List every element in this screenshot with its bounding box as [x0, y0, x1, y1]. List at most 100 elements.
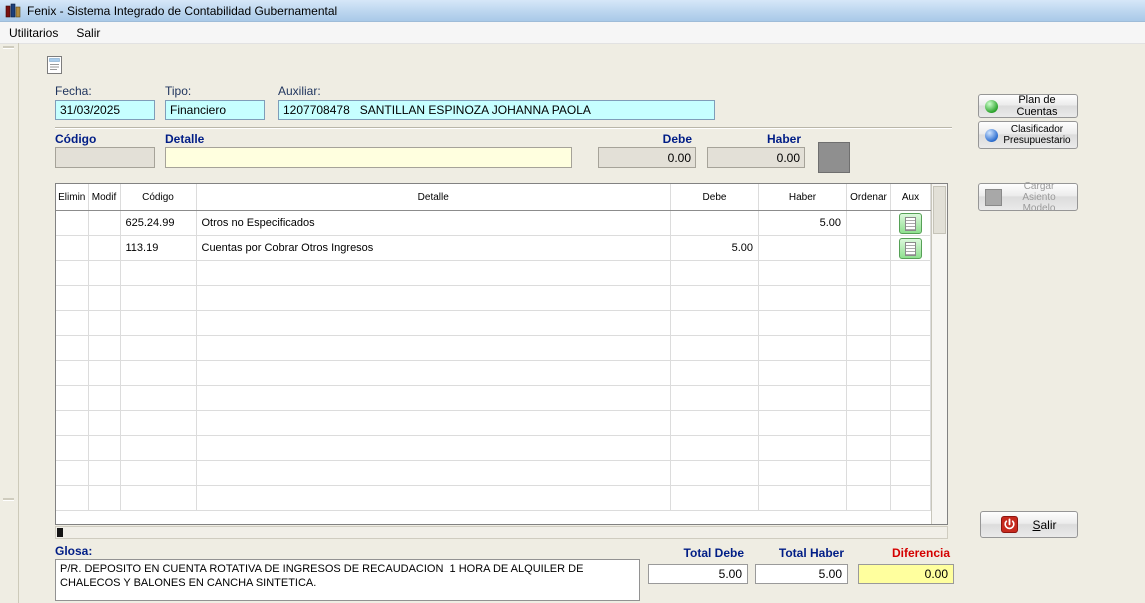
- cell-codigo: [120, 336, 196, 361]
- aux-note-icon[interactable]: [899, 238, 922, 259]
- cell-ordenar: [847, 311, 891, 336]
- cell-codigo: [120, 486, 196, 511]
- cell-aux: [891, 311, 931, 336]
- cell-elimin: [56, 486, 88, 511]
- cell-elimin: [56, 386, 88, 411]
- cell-ordenar: [847, 286, 891, 311]
- cell-haber: [759, 236, 847, 261]
- horizontal-scroll-thumb[interactable]: [57, 528, 63, 537]
- cell-haber: [759, 261, 847, 286]
- cargar-asiento-label: Cargar AsientoModelo: [1007, 181, 1071, 214]
- cell-modif: [88, 261, 120, 286]
- cell-detalle: Cuentas por Cobrar Otros Ingresos: [196, 236, 671, 261]
- table-row[interactable]: 113.19Cuentas por Cobrar Otros Ingresos5…: [56, 236, 931, 261]
- cell-ordenar: [847, 386, 891, 411]
- menu-bar: Utilitarios Salir: [0, 22, 1145, 44]
- menu-salir[interactable]: Salir: [67, 24, 109, 42]
- cell-debe: [671, 411, 759, 436]
- glosa-textarea[interactable]: P/R. DEPOSITO EN CUENTA ROTATIVA DE INGR…: [55, 559, 640, 601]
- table-row[interactable]: 625.24.99Otros no Especificados5.00: [56, 211, 931, 236]
- total-haber-value: 5.00: [755, 564, 848, 584]
- form-separator: [55, 127, 952, 129]
- salir-label: Salir: [1032, 518, 1056, 532]
- clasificador-presupuestario-button[interactable]: ClasificadorPresupuestario: [978, 121, 1078, 149]
- fecha-label: Fecha:: [55, 84, 92, 98]
- cell-codigo: [120, 286, 196, 311]
- fecha-input[interactable]: [55, 100, 155, 120]
- tipo-label: Tipo:: [165, 84, 191, 98]
- cell-modif: [88, 236, 120, 261]
- cell-codigo: 625.24.99: [120, 211, 196, 236]
- debe-entry-input[interactable]: [598, 147, 696, 168]
- codigo-entry-input[interactable]: [55, 147, 155, 168]
- app-icon: [5, 3, 21, 19]
- cell-detalle: [196, 436, 671, 461]
- detalle-label: Detalle: [165, 132, 204, 146]
- cell-detalle: [196, 486, 671, 511]
- vertical-scroll-thumb[interactable]: [933, 186, 946, 234]
- cell-haber: [759, 311, 847, 336]
- cell-haber: [759, 461, 847, 486]
- cell-modif: [88, 361, 120, 386]
- table-row-empty[interactable]: [56, 286, 931, 311]
- cell-detalle: [196, 311, 671, 336]
- col-header-ordenar: Ordenar: [847, 184, 891, 211]
- cargar-asiento-modelo-button[interactable]: Cargar AsientoModelo: [978, 183, 1078, 211]
- cell-codigo: [120, 311, 196, 336]
- tipo-input[interactable]: [165, 100, 265, 120]
- cell-codigo: [120, 361, 196, 386]
- cell-detalle: [196, 286, 671, 311]
- salir-button[interactable]: Salir: [980, 511, 1078, 538]
- power-icon: [1001, 516, 1018, 533]
- cell-codigo: [120, 461, 196, 486]
- table-row-empty[interactable]: [56, 311, 931, 336]
- table-row-empty[interactable]: [56, 411, 931, 436]
- cell-debe: [671, 361, 759, 386]
- table-row-empty[interactable]: [56, 261, 931, 286]
- entry-action-button[interactable]: [818, 142, 850, 173]
- table-row-empty[interactable]: [56, 336, 931, 361]
- clasificador-label: ClasificadorPresupuestario: [1003, 124, 1070, 146]
- total-debe-label: Total Debe: [648, 546, 744, 560]
- ledger-table: Elimin Modif Código Detalle Debe Haber O…: [55, 183, 948, 525]
- window-title: Fenix - Sistema Integrado de Contabilida…: [27, 4, 337, 18]
- table-row-empty[interactable]: [56, 386, 931, 411]
- total-haber-label: Total Haber: [755, 546, 844, 560]
- total-debe-value: 5.00: [648, 564, 748, 584]
- cell-debe: [671, 461, 759, 486]
- menu-utilitarios[interactable]: Utilitarios: [0, 24, 67, 42]
- table-header-row: Elimin Modif Código Detalle Debe Haber O…: [56, 184, 931, 211]
- aux-note-icon[interactable]: [899, 213, 922, 234]
- splitter-handle[interactable]: [3, 498, 14, 501]
- col-header-aux: Aux: [891, 184, 931, 211]
- detalle-entry-input[interactable]: [165, 147, 572, 168]
- table-row-empty[interactable]: [56, 461, 931, 486]
- auxiliar-label: Auxiliar:: [278, 84, 321, 98]
- cell-detalle: [196, 261, 671, 286]
- cell-aux: [891, 211, 931, 236]
- table-vertical-scrollbar[interactable]: [931, 184, 947, 524]
- haber-entry-input[interactable]: [707, 147, 805, 168]
- table-row-empty[interactable]: [56, 361, 931, 386]
- table-row-empty[interactable]: [56, 436, 931, 461]
- plan-de-cuentas-button[interactable]: Plan de Cuentas: [978, 94, 1078, 118]
- new-entry-icon[interactable]: [44, 54, 66, 76]
- cell-elimin: [56, 311, 88, 336]
- cell-haber: 5.00: [759, 211, 847, 236]
- cell-ordenar: [847, 436, 891, 461]
- haber-label: Haber: [707, 132, 801, 146]
- auxiliar-input[interactable]: [278, 100, 715, 120]
- cell-haber: [759, 361, 847, 386]
- cell-ordenar: [847, 411, 891, 436]
- left-panel: [0, 43, 19, 603]
- cell-debe: [671, 211, 759, 236]
- cell-codigo: [120, 261, 196, 286]
- cell-elimin: [56, 236, 88, 261]
- cell-debe: [671, 486, 759, 511]
- cell-ordenar: [847, 361, 891, 386]
- app-window: Fenix - Sistema Integrado de Contabilida…: [0, 0, 1145, 603]
- cell-modif: [88, 211, 120, 236]
- splitter-handle[interactable]: [3, 46, 14, 49]
- table-row-empty[interactable]: [56, 486, 931, 511]
- table-horizontal-scrollbar[interactable]: [55, 526, 948, 539]
